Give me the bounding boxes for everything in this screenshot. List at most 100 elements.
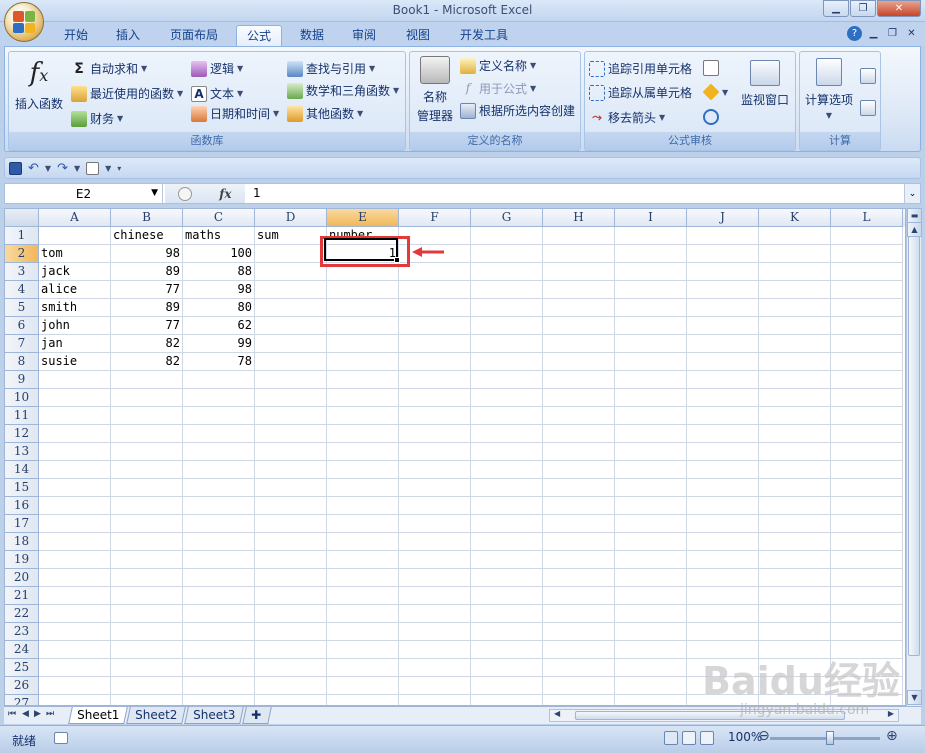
cell[interactable] — [39, 425, 111, 443]
cell[interactable] — [687, 245, 759, 263]
cell[interactable] — [255, 371, 327, 389]
cell[interactable] — [687, 623, 759, 641]
define-name-button[interactable]: 定义名称 ▼ — [460, 57, 536, 74]
logical-button[interactable]: 逻辑 ▼ — [191, 60, 243, 77]
tab-insert[interactable]: 插入 — [108, 25, 148, 46]
cell[interactable] — [615, 263, 687, 281]
cell[interactable] — [687, 605, 759, 623]
cell[interactable] — [471, 623, 543, 641]
minimize-icon[interactable]: ▁ — [823, 0, 849, 17]
cell[interactable] — [327, 515, 399, 533]
column-header[interactable]: C — [183, 209, 255, 227]
first-sheet-icon[interactable]: ⏮ — [8, 709, 16, 719]
create-from-selection-button[interactable]: 根据所选内容创建 — [460, 102, 575, 119]
cell[interactable] — [399, 281, 471, 299]
cell[interactable] — [183, 623, 255, 641]
cell[interactable] — [687, 281, 759, 299]
cell[interactable] — [399, 263, 471, 281]
row-header[interactable]: 26 — [5, 677, 39, 695]
expand-formula-bar-icon[interactable]: ⌄ — [904, 184, 920, 203]
row-header[interactable]: 12 — [5, 425, 39, 443]
close-icon[interactable]: ✕ — [877, 0, 921, 17]
cell[interactable] — [615, 533, 687, 551]
cell[interactable] — [471, 695, 543, 705]
doc-minimize-icon[interactable]: ▁ — [866, 26, 881, 41]
column-header[interactable]: A — [39, 209, 111, 227]
cell[interactable] — [615, 371, 687, 389]
cell[interactable] — [759, 299, 831, 317]
split-box-icon[interactable]: ▬ — [907, 208, 922, 223]
cell[interactable] — [687, 389, 759, 407]
cell[interactable] — [831, 353, 903, 371]
cancel-entry-icon[interactable] — [178, 186, 193, 201]
recent-functions-button[interactable]: 最近使用的函数 ▼ — [71, 85, 183, 102]
datetime-button[interactable]: 日期和时间 ▼ — [191, 105, 279, 122]
cell[interactable] — [399, 515, 471, 533]
save-icon[interactable] — [9, 161, 22, 175]
cell[interactable] — [543, 335, 615, 353]
column-header[interactable]: E — [327, 209, 399, 227]
cell[interactable] — [39, 605, 111, 623]
cell[interactable]: susie — [39, 353, 111, 371]
cell[interactable] — [543, 515, 615, 533]
row-header[interactable]: 18 — [5, 533, 39, 551]
more-functions-button[interactable]: 其他函数 ▼ — [287, 105, 363, 122]
cell[interactable] — [687, 335, 759, 353]
cell[interactable] — [255, 461, 327, 479]
row-header[interactable]: 3 — [5, 263, 39, 281]
column-header[interactable]: F — [399, 209, 471, 227]
cell[interactable] — [39, 623, 111, 641]
cell[interactable]: jack — [39, 263, 111, 281]
column-header[interactable]: G — [471, 209, 543, 227]
tab-formulas[interactable]: 公式 — [236, 25, 282, 47]
cell[interactable] — [687, 371, 759, 389]
cell[interactable] — [255, 353, 327, 371]
cell[interactable] — [759, 407, 831, 425]
cell[interactable]: 88 — [183, 263, 255, 281]
row-header[interactable]: 9 — [5, 371, 39, 389]
cell[interactable] — [759, 371, 831, 389]
cell[interactable] — [831, 245, 903, 263]
cell[interactable] — [111, 389, 183, 407]
cell[interactable]: 62 — [183, 317, 255, 335]
cell[interactable] — [543, 695, 615, 705]
error-checking-button[interactable]: ▼ — [702, 83, 728, 101]
cell[interactable] — [687, 317, 759, 335]
cell[interactable] — [183, 641, 255, 659]
cell[interactable] — [327, 335, 399, 353]
cell[interactable] — [39, 533, 111, 551]
fill-handle[interactable] — [394, 257, 400, 263]
cell[interactable] — [831, 407, 903, 425]
cell[interactable] — [255, 317, 327, 335]
cell[interactable] — [327, 533, 399, 551]
cell[interactable] — [399, 695, 471, 705]
cell[interactable] — [687, 425, 759, 443]
cell[interactable] — [255, 515, 327, 533]
cell[interactable] — [759, 515, 831, 533]
cell[interactable] — [687, 407, 759, 425]
cell[interactable] — [543, 263, 615, 281]
cell[interactable] — [39, 371, 111, 389]
cell[interactable] — [687, 533, 759, 551]
cell[interactable] — [687, 443, 759, 461]
cell[interactable] — [759, 569, 831, 587]
cell[interactable] — [183, 551, 255, 569]
row-header[interactable]: 14 — [5, 461, 39, 479]
cell[interactable] — [759, 335, 831, 353]
cell[interactable] — [543, 407, 615, 425]
scroll-left-icon[interactable]: ◀ — [554, 709, 560, 718]
cell[interactable] — [111, 695, 183, 705]
column-header[interactable]: H — [543, 209, 615, 227]
cell[interactable] — [831, 479, 903, 497]
cell[interactable] — [543, 497, 615, 515]
cell[interactable] — [399, 425, 471, 443]
row-header[interactable]: 1 — [5, 227, 39, 245]
cell[interactable] — [615, 317, 687, 335]
cell[interactable]: 77 — [111, 281, 183, 299]
sheet-tab-3[interactable]: Sheet3 — [184, 707, 245, 724]
cell[interactable] — [471, 461, 543, 479]
cell[interactable] — [615, 461, 687, 479]
cell[interactable] — [399, 551, 471, 569]
cell[interactable] — [255, 479, 327, 497]
cell[interactable] — [183, 497, 255, 515]
